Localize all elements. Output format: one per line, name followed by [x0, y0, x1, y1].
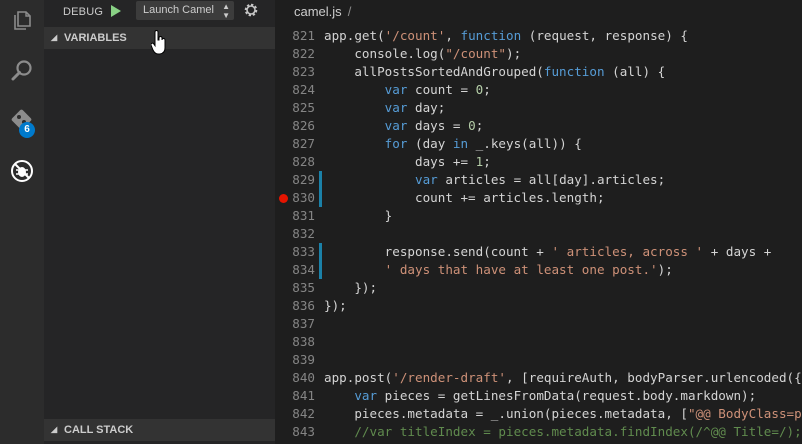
line-text: var days = 0; — [384, 118, 484, 133]
explorer-button[interactable] — [0, 0, 44, 40]
code-line[interactable]: 830 count += articles.length; — [275, 189, 802, 207]
debug-icon — [11, 160, 33, 182]
select-arrows-icon: ▲ ▼ — [222, 2, 230, 20]
call-stack-section-label: CALL STACK — [64, 424, 134, 436]
debug-sidebar: DEBUG Launch Camel ▲ ▼ ◢ VARIABLES ◢ CALL… — [44, 0, 275, 444]
activity-bar: 6 — [0, 0, 44, 444]
code-line[interactable]: 832 — [275, 225, 802, 243]
line-text: var count = 0; — [384, 82, 491, 97]
line-text: allPostsSortedAndGrouped(function (all) … — [324, 64, 666, 79]
code-line[interactable]: 840 app.post('/render-draft', [requireAut… — [275, 369, 802, 387]
line-number: 823 — [292, 64, 315, 79]
line-number: 822 — [292, 46, 315, 61]
line-number: 821 — [292, 28, 315, 43]
code-line[interactable]: 838 — [275, 333, 802, 351]
file-breadcrumb: camel.js / — [294, 4, 351, 19]
line-text: console.log("/count"); — [324, 46, 522, 61]
code-line[interactable]: 833 response.send(count + ' articles, ac… — [275, 243, 802, 261]
line-number: 828 — [292, 154, 315, 169]
code-line[interactable]: 841 var pieces = getLinesFromData(reques… — [275, 387, 802, 405]
line-text: app.get('/count', function (request, res… — [324, 28, 688, 43]
line-text: var articles = all[day].articles; — [415, 172, 666, 187]
code-line[interactable]: 821 app.get('/count', function (request, … — [275, 27, 802, 45]
search-icon — [11, 60, 32, 81]
line-number: 827 — [292, 136, 315, 151]
line-text: }); — [324, 280, 378, 295]
line-number: 840 — [292, 370, 315, 385]
modified-line-marker — [319, 243, 322, 261]
debug-toolbar: DEBUG Launch Camel ▲ ▼ — [44, 0, 275, 25]
line-number: 834 — [292, 262, 315, 277]
code-line[interactable]: 823 allPostsSortedAndGrouped(function (a… — [275, 63, 802, 81]
code-line[interactable]: 842 pieces.metadata = _.union(pieces.met… — [275, 405, 802, 423]
code-line[interactable]: 829 var articles = all[day].articles; — [275, 171, 802, 189]
code-line[interactable]: 831 } — [275, 207, 802, 225]
line-number: 830 — [292, 190, 315, 205]
line-text: } — [324, 208, 393, 223]
line-number: 824 — [292, 82, 315, 97]
debug-button[interactable] — [0, 151, 44, 191]
code-line[interactable]: 834 ' days that have at least one post.'… — [275, 261, 802, 279]
expanded-caret-icon: ◢ — [51, 33, 58, 42]
git-changes-badge: 6 — [19, 122, 35, 138]
code-line[interactable]: 825 var day; — [275, 99, 802, 117]
code-line[interactable]: 822 console.log("/count"); — [275, 45, 802, 63]
expanded-caret-icon: ◢ — [51, 425, 58, 434]
code-line[interactable]: 828 days += 1; — [275, 153, 802, 171]
line-number: 833 — [292, 244, 315, 259]
line-text: var pieces = getLinesFromData(request.bo… — [354, 388, 757, 403]
line-text: var day; — [384, 100, 446, 115]
line-text: days += 1; — [324, 154, 491, 169]
debug-title: DEBUG — [63, 6, 104, 18]
line-number: 831 — [292, 208, 315, 223]
line-text: }); — [324, 298, 347, 313]
code-lines[interactable]: 821 app.get('/count', function (request, … — [275, 27, 802, 441]
code-line[interactable]: 824 var count = 0; — [275, 81, 802, 99]
gear-icon[interactable] — [243, 2, 259, 18]
line-number: 829 — [292, 172, 315, 187]
file-name[interactable]: camel.js — [294, 4, 342, 19]
code-line[interactable]: 843 //var titleIndex = pieces.metadata.f… — [275, 423, 802, 441]
code-line[interactable]: 835 }); — [275, 279, 802, 297]
line-text: //var titleIndex = pieces.metadata.findI… — [354, 424, 802, 439]
line-number: 826 — [292, 118, 315, 133]
code-line[interactable]: 826 var days = 0; — [275, 117, 802, 135]
modified-line-marker — [319, 171, 322, 189]
line-text: pieces.metadata = _.union(pieces.metadat… — [324, 406, 802, 421]
files-icon — [14, 11, 31, 30]
line-number: 825 — [292, 100, 315, 115]
line-text: for (day in _.keys(all)) { — [384, 136, 582, 151]
line-text: count += articles.length; — [324, 190, 605, 205]
code-line[interactable]: 837 — [275, 315, 802, 333]
search-button[interactable] — [0, 51, 44, 91]
line-number: 841 — [292, 388, 315, 403]
line-text: response.send(count + ' articles, across… — [324, 244, 772, 259]
code-editor[interactable]: camel.js / 821 app.get('/count', function … — [275, 0, 802, 444]
code-line[interactable]: 836}); — [275, 297, 802, 315]
code-line[interactable]: 827 for (day in _.keys(all)) { — [275, 135, 802, 153]
line-number: 837 — [292, 316, 315, 331]
line-number: 832 — [292, 226, 315, 241]
line-number: 836 — [292, 298, 315, 313]
breadcrumb-separator: / — [347, 4, 352, 19]
code-line[interactable]: 839 — [275, 351, 802, 369]
call-stack-section-header[interactable]: ◢ CALL STACK — [44, 419, 275, 441]
launch-configuration-select[interactable]: Launch Camel ▲ ▼ — [136, 1, 234, 20]
line-number: 835 — [292, 280, 315, 295]
start-debugging-button[interactable] — [110, 4, 122, 18]
hand-cursor-icon — [151, 30, 166, 55]
line-number: 842 — [292, 406, 315, 421]
line-number: 839 — [292, 352, 315, 367]
launch-configuration-value: Launch Camel — [143, 4, 214, 16]
modified-line-marker — [319, 261, 322, 279]
line-number: 838 — [292, 334, 315, 349]
line-number: 843 — [292, 424, 315, 439]
modified-line-marker — [319, 189, 322, 207]
line-text: ' days that have at least one post.'); — [384, 262, 673, 277]
variables-section-label: VARIABLES — [64, 32, 127, 44]
line-text: app.post('/render-draft', [requireAuth, … — [324, 370, 802, 385]
